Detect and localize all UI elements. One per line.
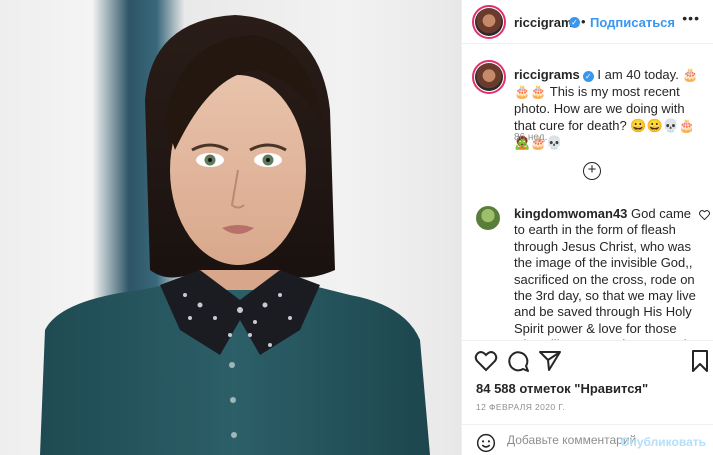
load-more-comments-icon[interactable]: +: [583, 162, 601, 180]
portrait-image: [40, 15, 430, 455]
heart-icon[interactable]: [474, 349, 498, 373]
caption-username[interactable]: riccigrams: [514, 67, 580, 82]
comment-item: kingdomwoman43 God came to earth in the …: [462, 200, 713, 340]
comment-avatar[interactable]: [476, 206, 500, 230]
publish-button[interactable]: Опубликовать: [620, 435, 706, 449]
comment-username[interactable]: kingdomwoman43: [514, 206, 627, 221]
verified-badge-icon: ✓: [569, 17, 580, 28]
caption-time[interactable]: 86 нед.: [514, 132, 547, 143]
comment-input[interactable]: [507, 433, 637, 447]
add-comment-bar: Опубликовать: [462, 424, 713, 455]
post-photo[interactable]: [0, 0, 461, 455]
likes-count[interactable]: 84 588 отметок "Нравится": [476, 381, 648, 396]
post-date[interactable]: 12 ФЕВРАЛЯ 2020 Г.: [476, 402, 565, 412]
follow-button[interactable]: Подписаться: [590, 15, 675, 30]
comment-heart-icon[interactable]: [699, 210, 710, 220]
avatar[interactable]: [475, 8, 503, 36]
more-options-icon[interactable]: •••: [682, 10, 700, 26]
verified-badge-icon: ✓: [582, 71, 594, 82]
action-bar: [462, 340, 713, 380]
comment-text: God came to earth in the form of fleash …: [514, 206, 696, 340]
post-header: riccigrams ✓ • Подписаться •••: [462, 0, 713, 44]
share-icon[interactable]: [538, 349, 562, 373]
comment-text-block: kingdomwoman43 God came to earth in the …: [514, 206, 699, 340]
caption-avatar[interactable]: [475, 63, 503, 91]
emoji-icon[interactable]: [476, 433, 496, 453]
bookmark-icon[interactable]: [688, 349, 712, 373]
separator-dot: •: [581, 14, 586, 29]
post-side-panel: riccigrams ✓ • Подписаться ••• riccigram…: [461, 0, 713, 455]
comment-icon[interactable]: [506, 349, 530, 373]
